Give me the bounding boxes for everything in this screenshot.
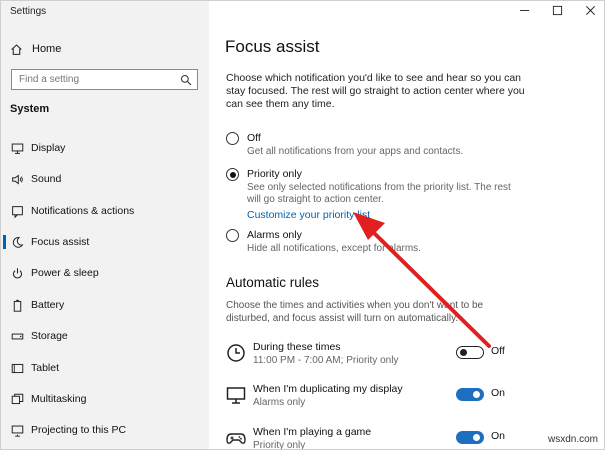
project-icon xyxy=(10,423,24,437)
automatic-rules-heading: Automatic rules xyxy=(226,275,320,290)
power-icon xyxy=(10,266,24,280)
option-priority-label: Priority only xyxy=(247,168,302,180)
sidebar-item-label: Tablet xyxy=(31,362,60,374)
rule-title: When I'm duplicating my display xyxy=(253,383,403,395)
sidebar-item-label: Notifications & actions xyxy=(31,205,135,217)
page-description: Choose which notification you'd like to … xyxy=(226,72,525,110)
search-placeholder: Find a setting xyxy=(19,74,80,85)
gamepad-icon xyxy=(226,428,246,448)
toggle-knob xyxy=(473,434,480,441)
rule-duplicating-display[interactable]: When I'm duplicating my display Alarms o… xyxy=(226,383,601,415)
toggle-during-these-times[interactable] xyxy=(456,346,484,359)
home-link[interactable]: Home xyxy=(10,41,61,57)
option-off-label: Off xyxy=(247,132,261,144)
clock-icon xyxy=(226,343,246,363)
option-alarms-only[interactable]: Alarms only Hide all notifications, exce… xyxy=(226,228,517,255)
app-title: Settings xyxy=(10,6,47,17)
option-off-sub: Get all notifications from your apps and… xyxy=(247,146,464,157)
radio-selected-dot xyxy=(229,171,236,178)
rule-during-these-times[interactable]: During these times 11:00 PM - 7:00 AM; P… xyxy=(226,341,601,373)
option-off[interactable]: Off Get all notifications from your apps… xyxy=(226,131,517,158)
window-controls xyxy=(519,5,596,16)
option-alarms-sub: Hide all notifications, except for alarm… xyxy=(247,243,421,254)
radio-alarms-only[interactable] xyxy=(226,229,239,242)
tablet-icon xyxy=(10,361,24,375)
sidebar-item-multitasking[interactable]: Multitasking xyxy=(1,388,209,410)
toggle-state-label: On xyxy=(491,387,506,399)
rule-sub: 11:00 PM - 7:00 AM; Priority only xyxy=(253,355,399,366)
option-alarms-label: Alarms only xyxy=(247,229,302,241)
main-content: Focus assist Choose which notification y… xyxy=(209,1,604,450)
watermark: wsxdn.com xyxy=(547,434,598,445)
search-input[interactable]: Find a setting xyxy=(11,69,198,90)
sidebar: Settings Home Find a setting System Disp… xyxy=(1,1,209,449)
close-icon[interactable] xyxy=(585,5,596,16)
sidebar-item-label: Sound xyxy=(31,173,62,185)
radio-priority-only[interactable] xyxy=(226,168,239,181)
toggle-knob xyxy=(460,349,467,356)
sidebar-item-label: Projecting to this PC xyxy=(31,424,127,436)
sidebar-item-label: Storage xyxy=(31,330,68,342)
rule-sub: Priority only xyxy=(253,440,306,450)
rule-title: When I'm playing a game xyxy=(253,426,372,438)
battery-icon xyxy=(10,298,24,312)
minimize-icon[interactable] xyxy=(519,5,530,16)
toggle-duplicating-display[interactable] xyxy=(456,388,484,401)
sidebar-item-label: Battery xyxy=(31,299,65,311)
home-label: Home xyxy=(32,43,62,55)
sidebar-item-sound[interactable]: Sound xyxy=(1,168,209,190)
sidebar-item-display[interactable]: Display xyxy=(1,137,209,159)
toggle-playing-game[interactable] xyxy=(456,431,484,444)
monitor-icon xyxy=(10,141,24,155)
multitasking-icon xyxy=(10,392,24,406)
sidebar-item-label: Power & sleep xyxy=(31,267,99,279)
sidebar-item-tablet[interactable]: Tablet xyxy=(1,357,209,379)
maximize-icon[interactable] xyxy=(552,5,563,16)
option-priority-sub: See only selected notifications from the… xyxy=(247,182,511,205)
rule-playing-game[interactable]: When I'm playing a game Priority only On xyxy=(226,426,601,450)
rule-sub: Alarms only xyxy=(253,397,306,408)
storage-icon xyxy=(10,329,24,343)
sidebar-item-storage[interactable]: Storage xyxy=(1,325,209,347)
page-title: Focus assist xyxy=(225,37,320,56)
toggle-state-label: On xyxy=(491,430,506,442)
monitor-icon xyxy=(226,385,246,405)
customize-priority-list-link[interactable]: Customize your priority list xyxy=(247,208,517,222)
home-icon xyxy=(11,43,22,55)
sidebar-item-label: Display xyxy=(31,142,66,154)
sidebar-item-power-sleep[interactable]: Power & sleep xyxy=(1,262,209,284)
selection-indicator xyxy=(3,235,6,249)
option-priority-only[interactable]: Priority only See only selected notifica… xyxy=(226,167,517,222)
notification-icon xyxy=(10,204,24,218)
sidebar-item-battery[interactable]: Battery xyxy=(1,294,209,316)
sidebar-item-focus-assist[interactable]: Focus assist xyxy=(1,231,209,253)
speaker-icon xyxy=(10,172,24,186)
toggle-state-label: Off xyxy=(491,345,505,357)
section-title-system: System xyxy=(10,103,50,115)
search-icon[interactable] xyxy=(180,74,192,86)
sidebar-item-projecting[interactable]: Projecting to this PC xyxy=(1,419,209,441)
sidebar-item-label: Focus assist xyxy=(31,236,90,248)
rule-title: During these times xyxy=(253,341,341,353)
sidebar-item-notifications[interactable]: Notifications & actions xyxy=(1,200,209,222)
radio-off[interactable] xyxy=(226,132,239,145)
moon-icon xyxy=(10,235,24,249)
toggle-knob xyxy=(473,391,480,398)
automatic-rules-description: Choose the times and activities when you… xyxy=(226,300,484,324)
settings-window: Settings Home Find a setting System Disp… xyxy=(0,0,605,450)
sidebar-item-label: Multitasking xyxy=(31,393,87,405)
